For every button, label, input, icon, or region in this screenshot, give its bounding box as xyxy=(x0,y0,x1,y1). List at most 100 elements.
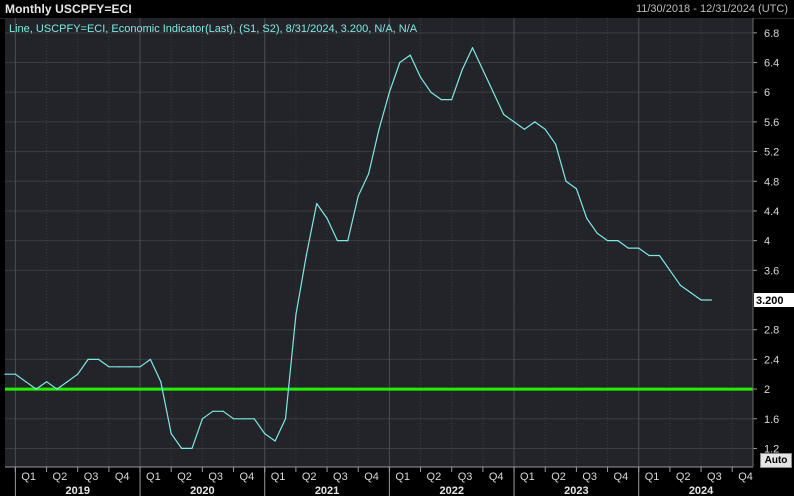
data-point xyxy=(87,358,89,360)
data-point xyxy=(565,180,567,182)
x-tick-label: Q3 xyxy=(333,471,348,483)
data-point xyxy=(108,366,110,368)
data-point xyxy=(420,76,422,78)
data-point xyxy=(274,440,276,442)
data-point xyxy=(264,433,266,435)
data-point xyxy=(118,366,120,368)
x-tick-label: Q4 xyxy=(240,471,255,483)
x-tick-label: Q3 xyxy=(84,471,99,483)
x-tick-label: Q3 xyxy=(208,471,223,483)
data-point xyxy=(77,373,79,375)
legend-text: Line, USCPFY=ECI, Economic Indicator(Las… xyxy=(9,23,418,35)
x-tick-label: Q2 xyxy=(551,471,566,483)
data-point xyxy=(326,217,328,219)
data-point xyxy=(243,418,245,420)
y-tick-label: 4 xyxy=(764,236,770,248)
y-axis: 1.21.622.42.83.644.44.85.25.666.46.8 xyxy=(752,18,779,467)
y-tick-label: 4.4 xyxy=(764,206,779,218)
last-value-label: 3.200 xyxy=(756,295,784,307)
x-tick-label: Q1 xyxy=(271,471,286,483)
y-tick-label: 2 xyxy=(764,384,770,396)
data-point xyxy=(160,381,162,383)
x-tick-label: Q2 xyxy=(427,471,442,483)
data-point xyxy=(170,433,172,435)
data-point xyxy=(181,447,183,449)
x-axis: Q1 Q2 Q3 Q4 Q1 Q2 Q3 Q4 Q1 Q2 Q3 Q4 Q1 Q2 Q3 Q4 Q1 Q2 Q3 Q4… xyxy=(14,467,753,496)
data-point xyxy=(316,202,318,205)
y-tick-label: 1.6 xyxy=(764,414,779,426)
y-tick-label: 5.6 xyxy=(764,117,779,129)
data-point xyxy=(336,240,338,242)
data-point xyxy=(617,240,619,242)
data-point xyxy=(388,91,390,93)
x-year-label: 2020 xyxy=(190,485,214,496)
x-year-label: 2023 xyxy=(564,485,588,496)
data-point xyxy=(347,240,349,242)
data-point xyxy=(575,188,578,190)
data-point xyxy=(253,418,255,420)
y-tick-label: 3.6 xyxy=(764,265,779,277)
plot-area xyxy=(5,18,753,467)
x-tick-label: Q1 xyxy=(21,471,36,483)
data-point xyxy=(700,299,702,301)
data-point xyxy=(97,358,100,360)
data-point xyxy=(544,128,546,130)
x-tick-label: Q2 xyxy=(302,471,317,483)
y-tick-label: 2.4 xyxy=(764,354,779,366)
x-tick-label: Q4 xyxy=(614,471,629,483)
data-point xyxy=(461,69,463,71)
data-point xyxy=(451,99,453,101)
data-point xyxy=(368,173,370,175)
data-point xyxy=(710,299,713,301)
data-point xyxy=(638,247,640,249)
y-tick-label: 6 xyxy=(764,87,770,99)
x-tick-label: Q4 xyxy=(115,471,130,483)
y-tick-label: 6.8 xyxy=(764,28,779,40)
x-year-label: 2021 xyxy=(315,485,339,496)
x-tick-label: Q2 xyxy=(53,471,68,483)
data-point xyxy=(607,240,609,242)
x-tick-label: Q1 xyxy=(395,471,410,483)
data-point xyxy=(409,54,411,56)
last-value-marker: 3.200 xyxy=(754,293,794,308)
data-point xyxy=(305,254,307,257)
x-year-label: 2019 xyxy=(65,485,89,496)
data-point xyxy=(627,247,629,249)
data-point xyxy=(66,381,68,383)
x-tick-label: Q4 xyxy=(364,471,379,483)
x-tick-label: Q4 xyxy=(489,471,504,483)
data-point xyxy=(233,418,235,420)
y-tick-label: 6.4 xyxy=(764,58,779,70)
data-point xyxy=(378,128,380,130)
data-point xyxy=(357,195,359,197)
y-tick-label: 2.8 xyxy=(764,325,779,337)
x-year-label: 2024 xyxy=(689,485,714,496)
title-bar: Monthly USCPFY=ECI 11/30/2018 - 12/31/20… xyxy=(0,0,794,19)
data-point xyxy=(690,292,692,294)
data-point xyxy=(295,314,297,316)
data-point xyxy=(513,121,515,123)
data-point xyxy=(596,232,598,234)
data-point xyxy=(14,373,16,375)
x-tick-label: Q3 xyxy=(582,471,597,483)
x-tick-label: Q3 xyxy=(458,471,473,483)
data-point xyxy=(523,128,526,130)
data-point xyxy=(25,381,27,383)
x-year-label: 2022 xyxy=(439,485,463,496)
chart[interactable]: Line, USCPFY=ECI, Economic Indicator(Las… xyxy=(0,18,794,496)
data-point xyxy=(399,61,401,64)
data-point xyxy=(4,373,6,375)
x-tick-label: Q2 xyxy=(177,471,192,483)
x-tick-label: Q1 xyxy=(146,471,161,483)
data-point xyxy=(201,418,203,420)
auto-scale-button[interactable]: Auto xyxy=(760,453,792,468)
data-point xyxy=(35,388,37,390)
data-point xyxy=(149,358,151,360)
data-point xyxy=(284,418,287,420)
data-point xyxy=(679,284,681,286)
x-tick-label: Q3 xyxy=(707,471,722,483)
y-tick-label: 5.2 xyxy=(764,147,779,159)
data-point xyxy=(534,121,536,123)
data-point xyxy=(503,113,505,116)
x-tick-label: Q4 xyxy=(738,471,753,483)
